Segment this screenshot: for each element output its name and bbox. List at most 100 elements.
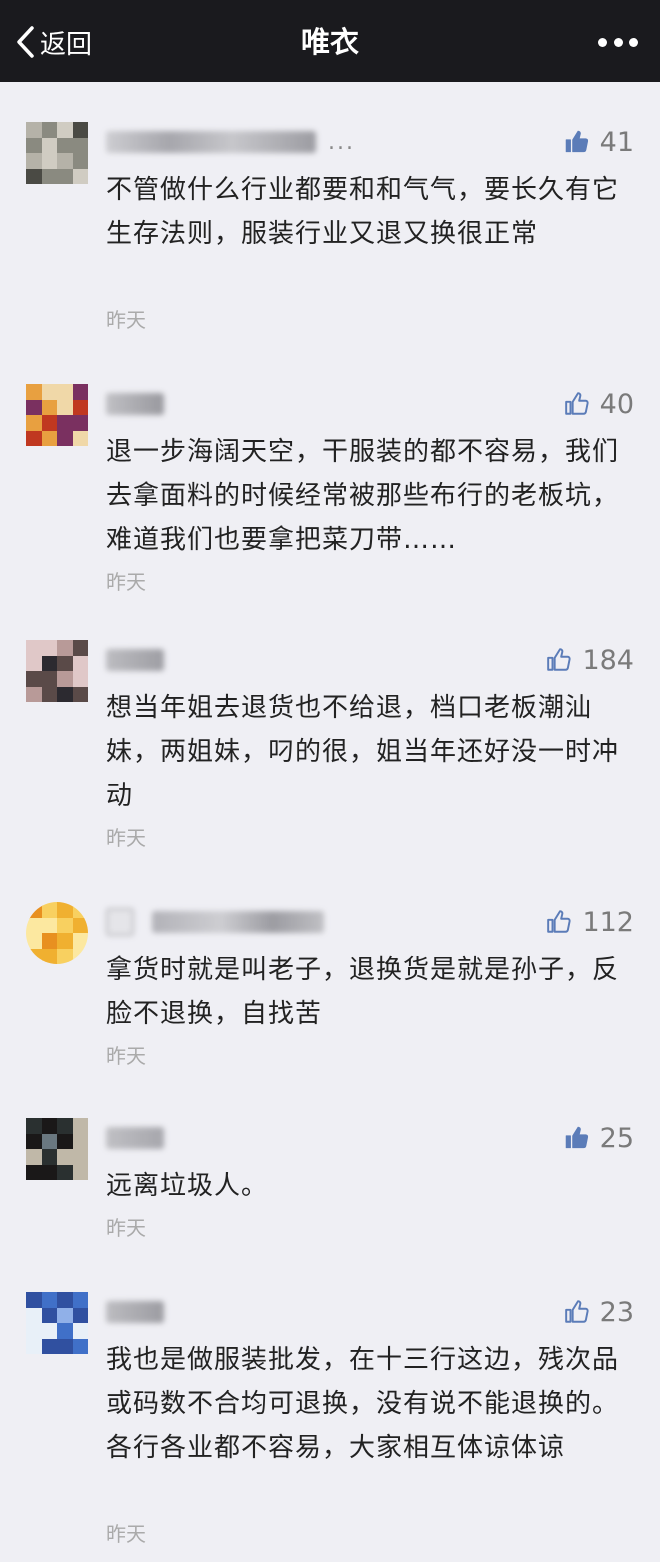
avatar-mosaic-tile bbox=[41, 1292, 58, 1309]
avatar-mosaic-tile bbox=[41, 1307, 58, 1324]
avatar-mosaic-tile bbox=[72, 1323, 88, 1340]
like-count: 40 bbox=[599, 388, 634, 420]
comment-text: 退一步海阔天空，干服装的都不容易，我们去拿面料的时候经常被那些布行的老板坑，难道… bbox=[106, 437, 620, 555]
avatar[interactable] bbox=[26, 1292, 88, 1354]
avatar-mosaic-tile bbox=[26, 1164, 43, 1180]
like-button[interactable]: 25 bbox=[564, 1120, 634, 1156]
blurred-name bbox=[106, 1301, 164, 1323]
name-ellipsis: ... bbox=[328, 129, 355, 155]
avatar-mosaic-tile bbox=[26, 1323, 43, 1340]
comment-time: 昨天 bbox=[106, 826, 146, 850]
avatar-mosaic-tile bbox=[72, 671, 88, 688]
like-button[interactable]: 40 bbox=[564, 386, 634, 422]
avatar[interactable] bbox=[26, 640, 88, 702]
avatar-mosaic-tile bbox=[57, 1164, 74, 1180]
avatar-mosaic-tile bbox=[26, 415, 43, 432]
avatar-mosaic-tile bbox=[72, 168, 88, 184]
avatar-mosaic-tile bbox=[57, 399, 74, 416]
like-button[interactable]: 23 bbox=[564, 1294, 634, 1330]
avatar-mosaic-tile bbox=[41, 686, 58, 702]
avatar-mosaic-tile bbox=[72, 153, 88, 170]
avatar-mosaic-tile bbox=[57, 1323, 74, 1340]
avatar-mosaic-tile bbox=[41, 384, 58, 401]
more-dot bbox=[598, 37, 607, 47]
avatar-mosaic-tile bbox=[72, 948, 88, 964]
avatar-mosaic-tile bbox=[26, 399, 43, 416]
avatar-mosaic-tile bbox=[41, 1133, 58, 1150]
avatar-mosaic-tile bbox=[57, 655, 74, 672]
thumbs-up-icon bbox=[564, 392, 589, 415]
avatar-mosaic-tile bbox=[57, 1133, 74, 1150]
avatar-mosaic-tile bbox=[26, 1149, 43, 1166]
avatar-mosaic-tile bbox=[26, 686, 43, 702]
like-count: 112 bbox=[582, 906, 634, 938]
avatar-mosaic-tile bbox=[41, 153, 58, 170]
commenter-name bbox=[106, 908, 324, 936]
avatar-mosaic-tile bbox=[41, 399, 58, 416]
avatar-mosaic-tile bbox=[72, 1118, 88, 1135]
like-button[interactable]: 41 bbox=[564, 124, 634, 160]
avatar-mosaic-tile bbox=[57, 153, 74, 170]
blurred-name bbox=[106, 393, 164, 415]
more-dot bbox=[613, 37, 623, 47]
avatar-mosaic-tile bbox=[72, 415, 88, 432]
avatar-mosaic-tile bbox=[57, 1307, 74, 1324]
avatar-mosaic-tile bbox=[72, 686, 88, 702]
avatar-mosaic-tile bbox=[26, 122, 43, 139]
avatar-mosaic-tile bbox=[41, 1149, 58, 1166]
avatar-mosaic-tile bbox=[72, 933, 88, 950]
comment-time: 昨天 bbox=[106, 1522, 146, 1546]
avatar-mosaic-tile bbox=[57, 671, 74, 688]
avatar-mosaic-tile bbox=[72, 1338, 88, 1354]
avatar-mosaic-tile bbox=[41, 671, 58, 688]
comment-time: 昨天 bbox=[106, 1216, 146, 1240]
comment-text: 远离垃圾人。 bbox=[106, 1171, 269, 1201]
blurred-name bbox=[106, 649, 164, 671]
avatar-mosaic-tile bbox=[26, 153, 43, 170]
avatar-mosaic-tile bbox=[57, 1118, 74, 1135]
avatar-mosaic-tile bbox=[57, 1292, 74, 1309]
avatar-mosaic-tile bbox=[26, 948, 43, 964]
avatar-mosaic-tile bbox=[41, 902, 58, 919]
avatar-mosaic-tile bbox=[72, 384, 88, 401]
commenter-name bbox=[106, 1298, 164, 1326]
avatar-mosaic-tile bbox=[57, 902, 74, 919]
commenter-name: ... bbox=[106, 128, 355, 156]
comment-text: 不管做什么行业都要和和气气，要长久有它生存法则，服装行业又退又换很正常 bbox=[106, 175, 620, 249]
like-button[interactable]: 112 bbox=[546, 904, 634, 940]
avatar-mosaic-tile bbox=[72, 1133, 88, 1150]
page-title: 唯衣 bbox=[300, 25, 359, 59]
avatar-mosaic-tile bbox=[26, 640, 43, 657]
avatar[interactable] bbox=[26, 902, 88, 964]
thumbs-up-icon bbox=[565, 1126, 588, 1149]
avatar-mosaic-tile bbox=[26, 933, 43, 950]
like-count: 25 bbox=[599, 1122, 634, 1154]
avatar[interactable] bbox=[26, 1118, 88, 1180]
avatar-mosaic-tile bbox=[26, 655, 43, 672]
like-button[interactable]: 184 bbox=[546, 642, 634, 678]
avatar-mosaic-tile bbox=[26, 1307, 43, 1324]
comment-text: 拿货时就是叫老子，退换货是就是孙子，反脸不退换，自找苦 bbox=[106, 955, 620, 1029]
more-button[interactable] bbox=[598, 30, 638, 54]
avatar-mosaic-tile bbox=[57, 1338, 74, 1354]
avatar-mosaic-tile bbox=[57, 640, 74, 657]
avatar-mosaic-tile bbox=[57, 122, 74, 139]
blurred-name bbox=[106, 1127, 164, 1149]
avatar-mosaic-tile bbox=[72, 917, 88, 934]
avatar[interactable] bbox=[26, 384, 88, 446]
avatar-mosaic-tile bbox=[41, 1338, 58, 1354]
comment-time: 昨天 bbox=[106, 308, 146, 332]
commenter-name bbox=[106, 390, 164, 418]
avatar-mosaic-tile bbox=[57, 168, 74, 184]
avatar-mosaic-tile bbox=[26, 168, 43, 184]
thumbs-up-icon bbox=[564, 1300, 589, 1323]
avatar-mosaic-tile bbox=[72, 655, 88, 672]
avatar[interactable] bbox=[26, 122, 88, 184]
avatar-mosaic-tile bbox=[41, 1118, 58, 1135]
avatar-mosaic-tile bbox=[26, 137, 43, 154]
avatar-mosaic-tile bbox=[26, 1292, 43, 1309]
avatar-mosaic-tile bbox=[41, 948, 58, 964]
commenter-name bbox=[106, 1124, 164, 1152]
avatar-mosaic-tile bbox=[26, 671, 43, 688]
avatar-mosaic-tile bbox=[72, 1292, 88, 1309]
